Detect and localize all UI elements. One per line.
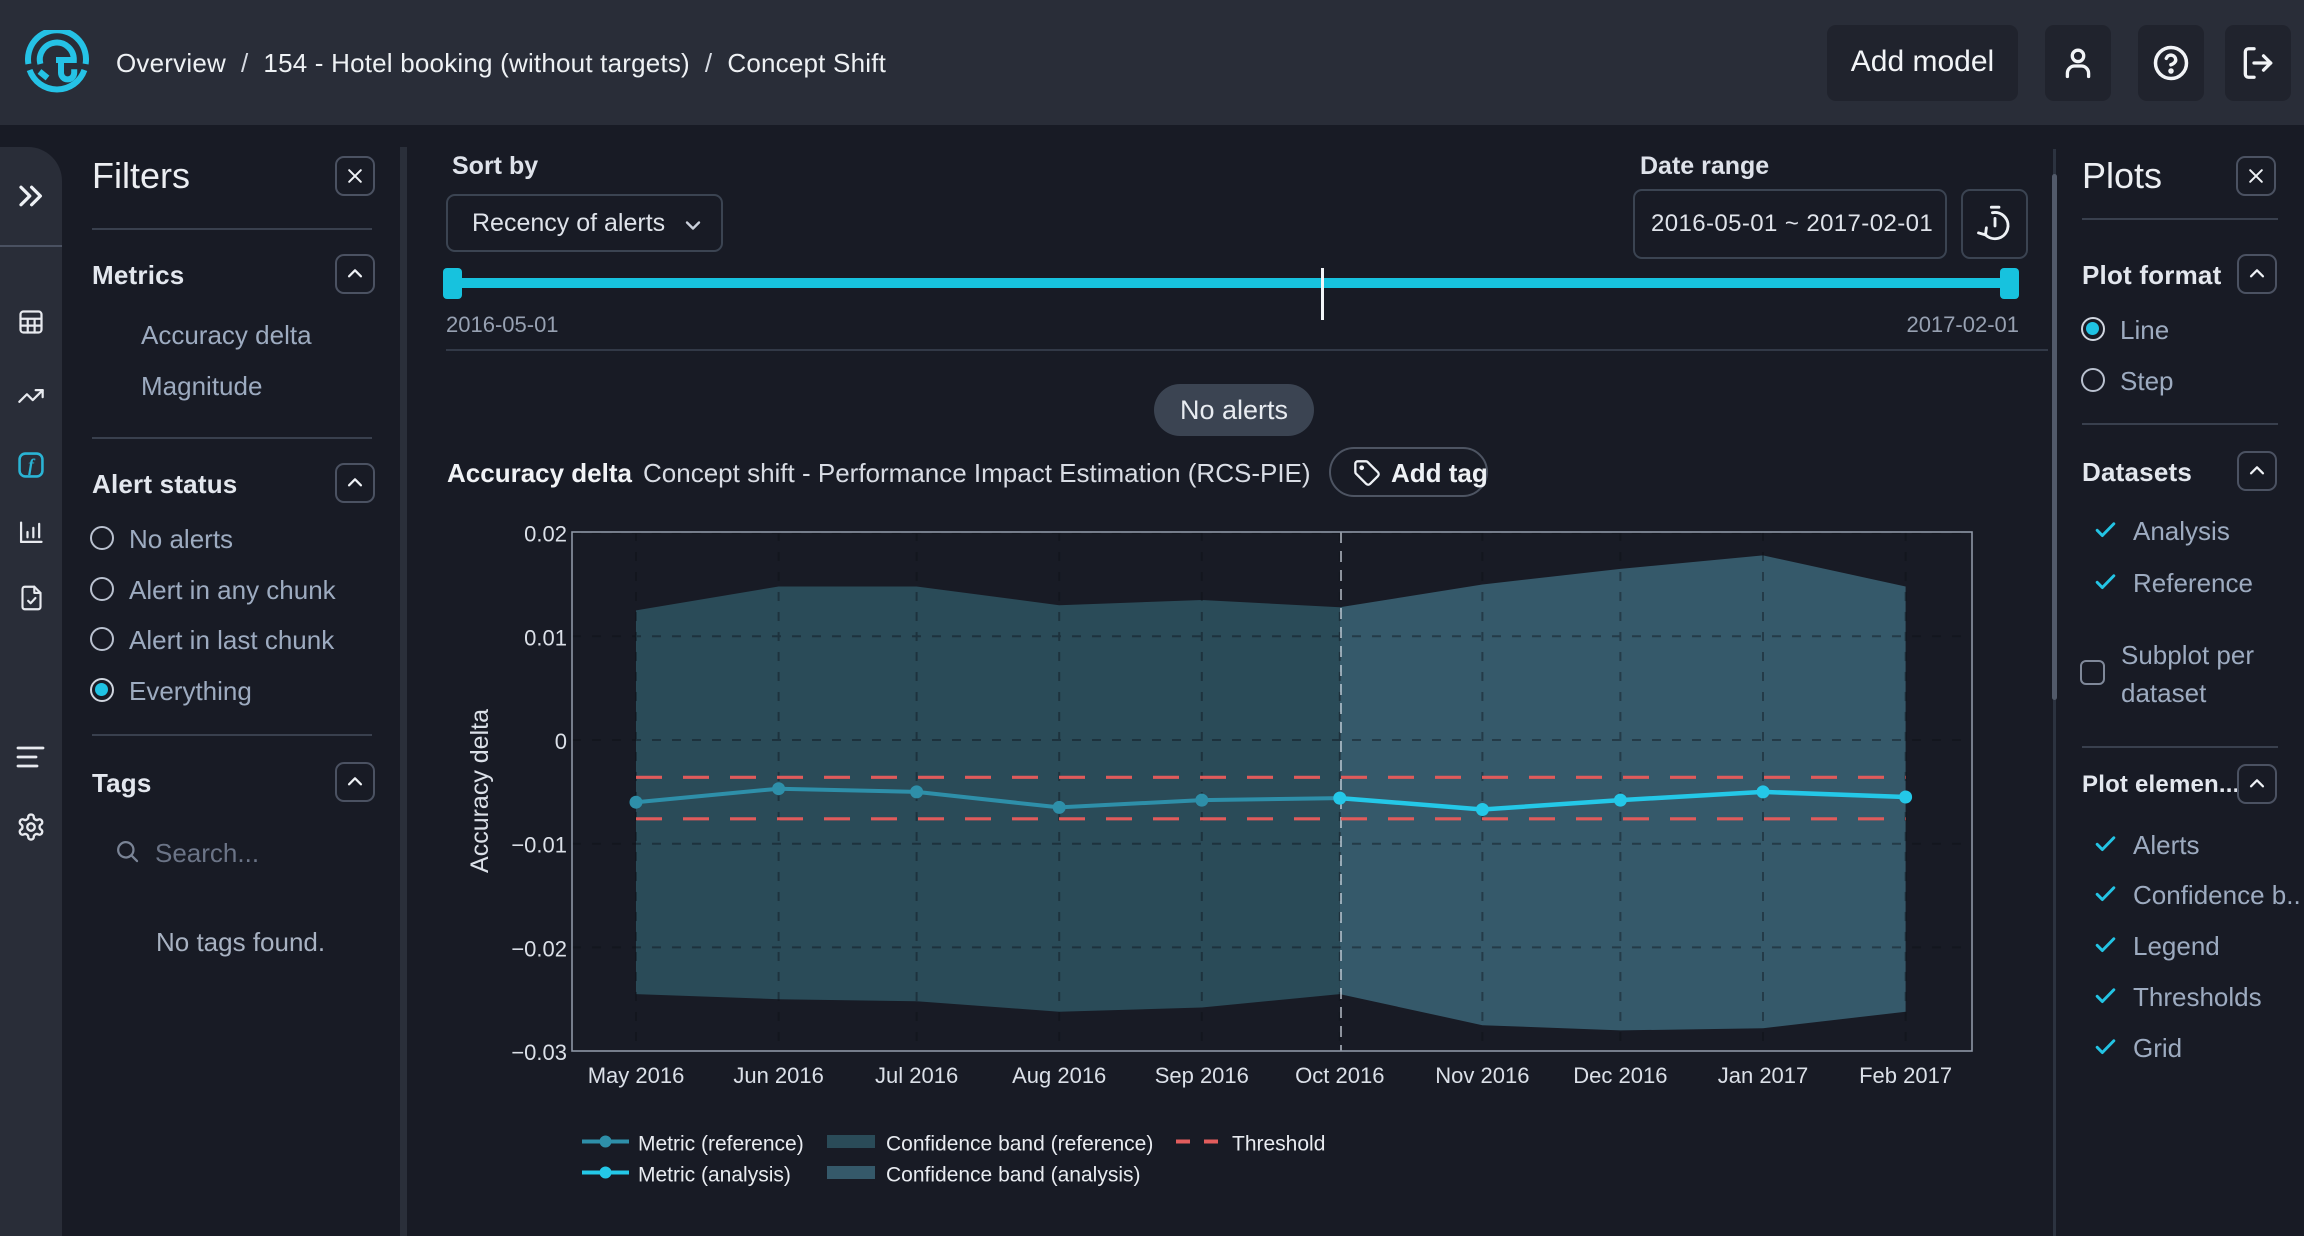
svg-text:Oct 2016: Oct 2016 (1295, 1063, 1384, 1088)
svg-text:Nov 2016: Nov 2016 (1435, 1063, 1529, 1088)
svg-text:Jul 2016: Jul 2016 (875, 1063, 958, 1088)
svg-text:Jan 2017: Jan 2017 (1718, 1063, 1809, 1088)
svg-text:Aug 2016: Aug 2016 (1012, 1063, 1106, 1088)
svg-text:Metric (analysis): Metric (analysis) (638, 1164, 791, 1187)
svg-text:−0.03: −0.03 (511, 1040, 567, 1065)
svg-text:Metric (reference): Metric (reference) (638, 1133, 804, 1156)
svg-text:−0.01: −0.01 (511, 833, 567, 858)
svg-text:Feb 2017: Feb 2017 (1859, 1063, 1952, 1088)
svg-text:Confidence band (analysis): Confidence band (analysis) (886, 1164, 1140, 1187)
svg-text:0.01: 0.01 (524, 625, 567, 650)
svg-text:Threshold: Threshold (1232, 1133, 1325, 1156)
svg-text:0: 0 (555, 729, 567, 754)
svg-text:Dec 2016: Dec 2016 (1573, 1063, 1667, 1088)
svg-text:0.02: 0.02 (524, 522, 567, 547)
svg-text:Sep 2016: Sep 2016 (1155, 1063, 1249, 1088)
svg-text:May 2016: May 2016 (588, 1063, 685, 1088)
svg-text:Confidence band (reference): Confidence band (reference) (886, 1133, 1153, 1156)
svg-text:f: f (28, 455, 36, 475)
svg-text:−0.02: −0.02 (511, 936, 567, 961)
svg-text:Jun 2016: Jun 2016 (733, 1063, 824, 1088)
svg-text:Accuracy delta: Accuracy delta (466, 709, 494, 873)
